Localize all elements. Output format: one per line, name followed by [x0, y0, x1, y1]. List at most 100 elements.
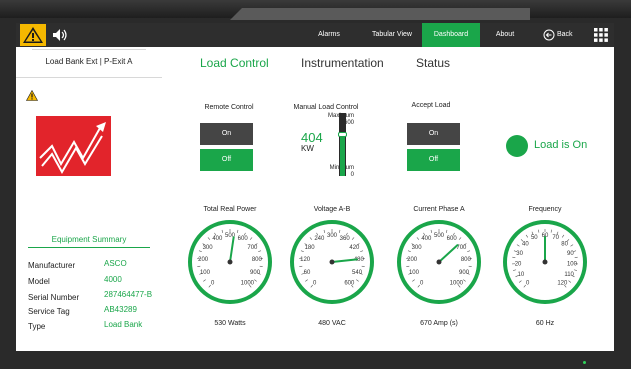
remote-control-label: Remote Control — [204, 104, 254, 111]
gauge-tick-label: 120 — [557, 281, 568, 287]
load-slider-fill — [340, 133, 345, 176]
manual-load-unit: KW — [301, 144, 314, 153]
trend-arrow-icon — [39, 122, 106, 175]
gauge-tick-label: 600 — [238, 236, 249, 242]
spec-label-serial: Serial Number — [28, 293, 80, 302]
spec-value-type: Load Bank — [104, 320, 143, 329]
nav-about[interactable]: About — [486, 23, 524, 47]
gauge-frequency: 01020304050 60 708090100110120 — [503, 220, 587, 304]
gauge-title-current: Current Phase A — [413, 206, 465, 213]
gauge-tick-label: 300 — [327, 233, 338, 239]
status-text: Load is On — [534, 139, 588, 151]
gauge-tick-label: 800 — [252, 257, 263, 263]
gauge-tick-label: 80 — [561, 241, 568, 247]
spec-label-manufacturer: Manufacturer — [28, 261, 76, 270]
gauge-tick-label: 400 — [421, 236, 432, 242]
remote-on-button[interactable]: On — [200, 123, 253, 145]
gauge-tick-label: 500 — [434, 233, 445, 239]
gauge-tick-label: 40 — [522, 241, 529, 247]
nav-dashboard[interactable]: Dashboard — [422, 23, 480, 47]
back-arrow-icon — [543, 29, 555, 41]
left-panel: Load Bank Ext | P-Exit A Equipment Summa… — [16, 47, 162, 351]
spec-label-model: Model — [28, 277, 50, 286]
gauge-title-voltage: Voltage A-B — [313, 206, 351, 213]
gauge-tick-label: 1000 — [450, 281, 464, 287]
trend-chart-logo — [36, 116, 111, 176]
gauge-tick-label: 30 — [516, 251, 523, 257]
gauge-reading-frequency: 60 Hz — [535, 320, 555, 327]
accept-load-label: Accept Load — [411, 102, 451, 109]
gauge-tick-label: 700 — [247, 245, 258, 251]
gauge-tick-label: 1000 — [241, 281, 255, 287]
gauge-tick-label: 70 — [552, 235, 559, 241]
remote-off-button[interactable]: Off — [200, 149, 253, 171]
warning-button[interactable] — [20, 24, 46, 46]
gauge-tick-label: 900 — [250, 270, 261, 276]
gauge-tick-label: 60 — [304, 270, 311, 276]
gauge-tick-label: 100 — [409, 270, 420, 276]
gauge-tick-label: 240 — [314, 236, 325, 242]
gauge-tick-label: 420 — [349, 245, 360, 251]
accept-on-button[interactable]: On — [407, 123, 460, 145]
tab-status[interactable]: Status — [416, 56, 450, 70]
gauge-tick-label: 50 — [531, 235, 538, 241]
gauge-tick-label: 120 — [300, 257, 311, 263]
navbar: Alarms Tabular View Dashboard About Back — [16, 23, 614, 47]
tab-instrumentation[interactable]: Instrumentation — [301, 56, 384, 70]
gauge-reading-real-power: 530 Watts — [214, 320, 246, 327]
divider — [16, 77, 162, 78]
equipment-summary-title: Equipment Summary — [51, 235, 127, 244]
device-title: Load Bank Ext | P-Exit A — [45, 57, 133, 66]
power-led — [583, 361, 586, 364]
back-label: Back — [557, 31, 573, 38]
gauge-tick-label: 400 — [212, 236, 223, 242]
min-value: 0 — [350, 172, 354, 178]
gauge-tick-label: 110 — [564, 272, 574, 278]
gauge-tick-label: 100 — [200, 270, 211, 276]
tab-load-control[interactable]: Load Control — [200, 56, 269, 70]
status-indicator-dot — [506, 135, 528, 157]
nav-tabular-view[interactable]: Tabular View — [362, 23, 422, 47]
gauge-tick-label: 360 — [340, 236, 351, 242]
gauge-tick-label: 300 — [203, 245, 214, 251]
back-button[interactable]: Back — [543, 23, 579, 47]
alert-icon — [26, 90, 38, 101]
bezel-notch — [230, 8, 530, 20]
gauge-current: 01002003004005006007008009001000 — [397, 220, 481, 304]
spec-value-model: 4000 — [104, 275, 122, 284]
gauge-reading-voltage: 480 VAC — [318, 320, 346, 327]
gauge-real-power: 01002003004005006007008009001000 — [188, 220, 272, 304]
gauge-hub — [329, 259, 335, 265]
speaker-icon[interactable] — [52, 28, 70, 42]
load-slider-handle[interactable] — [338, 131, 347, 137]
gauge-tick-label: 200 — [198, 257, 209, 263]
gauge-hub — [542, 259, 548, 265]
gauge-tick-label: 20 — [515, 262, 522, 268]
gauge-tick-label: 600 — [447, 236, 458, 242]
gauge-tick-label: 180 — [305, 245, 316, 251]
gauge-tick-label: 200 — [407, 257, 418, 263]
gauge-voltage: 060120180240300360420480540600 — [290, 220, 374, 304]
warning-icon — [23, 27, 43, 43]
max-label: Maximum — [322, 113, 354, 119]
grid-menu-icon[interactable] — [594, 28, 608, 42]
load-slider-track[interactable] — [338, 113, 347, 176]
accept-off-button[interactable]: Off — [407, 149, 460, 171]
divider — [28, 247, 150, 248]
gauge-reading-current: 670 Amp (s) — [420, 320, 458, 327]
spec-value-service-tag: AB43289 — [104, 305, 137, 314]
gauge-tick-label: 90 — [567, 251, 574, 257]
gauge-hub — [227, 259, 233, 265]
gauge-tick-label: 600 — [344, 281, 355, 287]
gauge-tick-label: 800 — [461, 257, 472, 263]
manual-load-label: Manual Load Control — [293, 104, 359, 111]
spec-label-type: Type — [28, 322, 46, 331]
gauge-tick-label: 540 — [352, 270, 363, 276]
gauge-tick-label: 900 — [459, 270, 470, 276]
screen: Alarms Tabular View Dashboard About Back… — [16, 23, 614, 351]
gauge-hub — [436, 259, 442, 265]
nav-alarms[interactable]: Alarms — [307, 23, 351, 47]
divider — [32, 49, 146, 50]
min-label: Minimum — [314, 165, 354, 171]
spec-label-service-tag: Service Tag — [28, 307, 70, 316]
